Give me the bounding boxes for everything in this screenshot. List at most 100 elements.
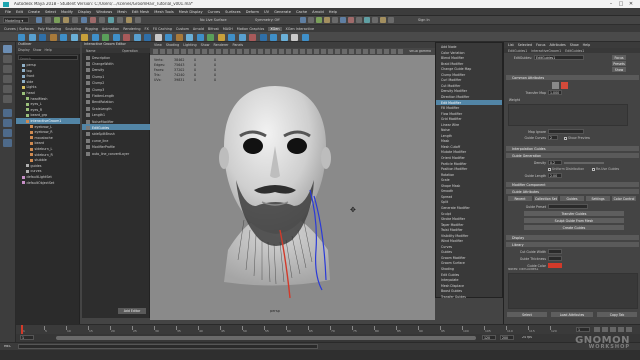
ae-tab[interactable]: Selected [518,43,532,47]
section-guides[interactable]: Interpolation Guides [506,146,639,151]
groom-node-item[interactable]: curve_line [82,137,150,143]
groom-node-item[interactable]: auto_line_convertLayer [82,150,150,156]
add-editor-button[interactable]: Add Editor [118,308,146,314]
status-tool-icon[interactable] [63,17,69,23]
render-tool-icon[interactable] [308,17,314,23]
shelf-tool-icon[interactable] [39,33,46,41]
node-visibility-icon[interactable] [86,106,90,111]
density-slider[interactable] [564,162,604,164]
modifier-menu-item[interactable]: Transfer Guides [436,294,502,300]
shelf-tool-icon[interactable] [49,33,57,41]
render-tool-icon[interactable] [356,17,362,23]
ae-tab[interactable]: List [508,43,514,47]
shelf-tool-icon[interactable] [291,33,298,41]
status-tool-icon[interactable] [126,17,132,23]
shelf-tab[interactable]: Bifrost [208,27,219,31]
maximize-button[interactable]: □ [616,1,626,7]
viewport-menu-panels[interactable]: Panels [233,43,244,47]
status-tool-icon[interactable] [36,17,42,23]
guide-curves-field[interactable]: 2 [548,135,558,140]
guide-preset-field[interactable] [548,204,588,209]
viewport-tool-icon[interactable] [188,49,193,54]
shelf-tab[interactable]: Curves / Surfaces [4,27,34,31]
head-model[interactable] [210,80,340,302]
viewport-tool-icon[interactable] [356,49,361,54]
shelf-tab[interactable]: Animation [102,27,119,31]
paint-select-icon[interactable] [3,65,12,73]
shelf-tool-icon[interactable] [154,33,162,41]
menu-deform[interactable]: Deform [246,10,259,14]
viewport-tool-icon[interactable] [286,49,291,54]
viewport-tool-icon[interactable] [216,49,221,54]
status-tool-icon[interactable] [81,17,87,23]
menu-windows[interactable]: Windows [96,10,112,14]
weight-field[interactable]: 1.000 [548,90,562,95]
outliner-menu-display[interactable]: Display [18,48,30,52]
select-tool-icon[interactable] [3,45,12,53]
groom-node-item[interactable]: ModifierProfile [82,144,150,150]
viewport-tool-icon[interactable] [300,49,305,54]
viewport-tool-icon[interactable] [174,49,179,54]
shelf-tab[interactable]: XGen Interactive [286,27,315,31]
menu-select[interactable]: Select [45,10,56,14]
section-common[interactable]: Common Attributes [506,75,639,80]
shelf-tool-icon[interactable] [144,33,151,41]
viewport-tool-icon[interactable] [370,49,375,54]
viewport-tool-icon[interactable] [377,49,382,54]
select-button[interactable]: Select [507,312,547,317]
node-visibility-icon[interactable] [86,145,90,150]
shelf-tool-icon[interactable] [133,33,141,41]
shelf-tool-icon[interactable] [249,33,256,41]
viewport-tool-icon[interactable] [237,49,242,54]
viewport-menu-renderer[interactable]: Renderer [213,43,228,47]
section-library[interactable]: Library [506,242,639,247]
groom-node-item[interactable]: BendRotation [82,99,150,105]
guide-thickness-field[interactable] [548,256,562,261]
render-tool-icon[interactable] [316,17,322,23]
menuset-dropdown[interactable]: Modeling ▾ [3,17,29,23]
fps-dropdown[interactable]: 24 fps [522,336,532,339]
viewport-tool-icon[interactable] [293,49,298,54]
map-ignore-field[interactable] [548,129,584,134]
guide-color-swatch[interactable] [548,263,562,268]
menu-curves[interactable]: Curves [208,10,220,14]
render-tool-icon[interactable] [348,17,354,23]
node-visibility-icon[interactable] [86,74,90,79]
guide-tab-button[interactable]: Guides [560,196,584,201]
move-tool-icon[interactable] [3,75,12,83]
viewport-tool-icon[interactable] [279,49,284,54]
range-start-field[interactable]: 1 [20,335,34,340]
viewport-tool-icon[interactable] [314,49,319,54]
guide-tab-button[interactable]: Recent [508,196,532,201]
density-field[interactable]: 0.2 [548,160,562,165]
shelf-tool-icon[interactable] [196,33,204,41]
shelf-tool-icon[interactable] [259,33,267,41]
sculpt-guide-button[interactable]: Sculpt Guide From Mesh [524,218,624,223]
play-icon[interactable] [610,327,616,332]
outliner-menu-show[interactable]: Show [33,48,42,52]
ae-tab[interactable]: Help [583,43,591,47]
shelf-tool-icon[interactable] [81,33,88,41]
shelf-tool-icon[interactable] [18,33,25,41]
viewport-tool-icon[interactable] [398,49,403,54]
render-tool-icon[interactable] [372,17,378,23]
viewport-tool-icon[interactable] [167,49,172,54]
viewport-tool-icon[interactable] [335,49,340,54]
groom-node-item[interactable]: sideSplitBrush [82,131,150,137]
render-tool-icon[interactable] [388,17,394,23]
shelf-tool-icon[interactable] [270,33,277,41]
viewport-tool-icon[interactable] [384,49,389,54]
cut-guide-field[interactable] [548,249,562,254]
shelf-tab[interactable]: XGen [268,26,282,31]
viewport-tool-icon[interactable] [251,49,256,54]
node-visibility-icon[interactable] [86,61,90,66]
minimize-button[interactable]: – [606,1,616,7]
menu-mesh-tools[interactable]: Mesh Tools [154,10,173,14]
status-tool-icon[interactable] [54,17,60,23]
viewport-tool-icon[interactable] [160,49,165,54]
range-end-field[interactable]: 120 [482,335,496,340]
status-tool-icon[interactable] [90,17,96,23]
viewport-tool-icon[interactable] [328,49,333,54]
node-visibility-icon[interactable] [86,87,90,92]
guide-tab-button[interactable]: Color Control [612,196,636,201]
